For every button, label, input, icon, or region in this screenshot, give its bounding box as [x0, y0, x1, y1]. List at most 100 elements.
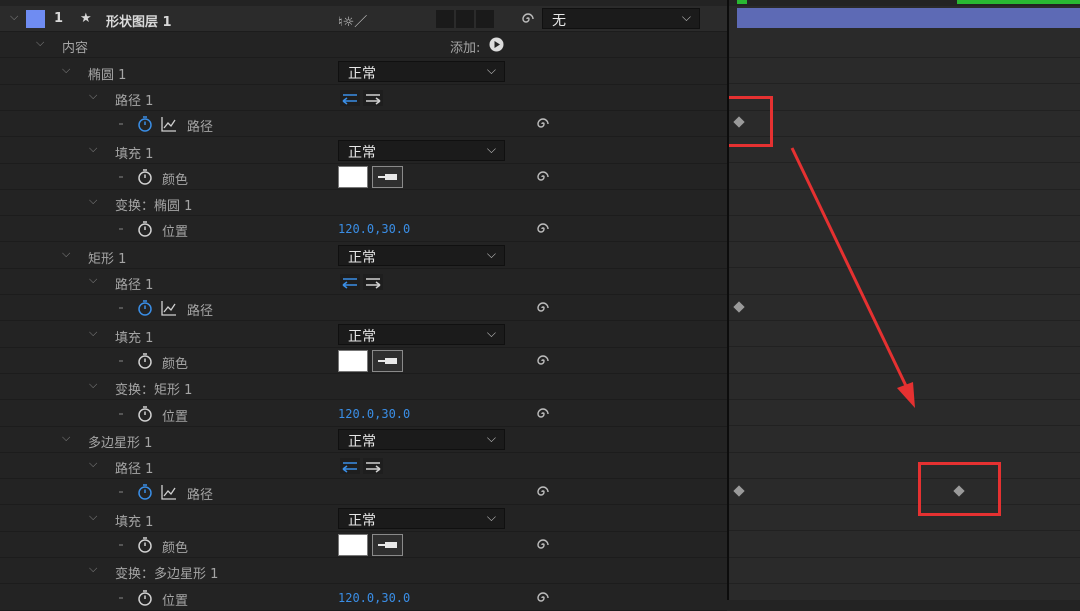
path-property-row[interactable]: 路径: [0, 479, 727, 506]
path-property-row[interactable]: 路径: [0, 111, 727, 138]
stopwatch-icon[interactable]: [137, 220, 153, 238]
timeline-panel[interactable]: [729, 0, 1080, 600]
stopwatch-icon[interactable]: [137, 299, 153, 317]
timeline-row[interactable]: [729, 374, 1080, 400]
pickwhip-icon[interactable]: [533, 536, 553, 554]
path-group-label[interactable]: 路径 1: [115, 274, 153, 293]
blend-mode-dropdown[interactable]: 正常 ⌵: [338, 244, 505, 266]
chevron-down-icon[interactable]: ⌵: [89, 143, 99, 154]
timeline-row[interactable]: [729, 242, 1080, 269]
eyedropper-button[interactable]: [372, 534, 403, 556]
add-play-icon[interactable]: [489, 37, 504, 52]
position-row[interactable]: 位置 120.0,30.0: [0, 216, 727, 243]
position-row[interactable]: 位置 120.0,30.0: [0, 401, 727, 427]
layer-duration-bar[interactable]: [737, 8, 1080, 28]
chevron-down-icon[interactable]: ⌵: [89, 195, 99, 206]
fill-label[interactable]: 填充 1: [115, 511, 153, 530]
timeline-row[interactable]: [729, 32, 1080, 58]
layer-switch-icons[interactable]: ♮☼／: [338, 11, 367, 30]
stopwatch-icon[interactable]: [137, 352, 153, 370]
group-name[interactable]: 矩形 1: [88, 248, 126, 267]
chevron-down-icon[interactable]: ⌵: [62, 432, 72, 443]
fill-blend-dropdown[interactable]: 正常 ⌵: [338, 139, 505, 161]
stopwatch-icon[interactable]: [137, 589, 153, 607]
path-group-label[interactable]: 路径 1: [115, 90, 153, 109]
group-row[interactable]: ⌵ 椭圆 1 正常 ⌵: [0, 59, 727, 85]
pickwhip-icon[interactable]: [533, 589, 553, 607]
pickwhip-icon[interactable]: [533, 168, 553, 186]
chevron-down-icon[interactable]: ⌵: [89, 458, 99, 469]
color-row[interactable]: 颜色: [0, 164, 727, 190]
chevron-down-icon[interactable]: ⌵: [89, 327, 99, 338]
work-area-marker[interactable]: [737, 0, 747, 4]
transform-row[interactable]: ⌵ 变换：矩形 1: [0, 374, 727, 401]
fill-row[interactable]: ⌵ 填充 1 正常 ⌵: [0, 506, 727, 532]
chevron-down-icon[interactable]: ⌵: [62, 64, 72, 75]
position-row[interactable]: 位置 120.0,30.0: [0, 585, 727, 611]
position-value[interactable]: 120.0,30.0: [338, 222, 410, 236]
pickwhip-icon[interactable]: [533, 405, 553, 423]
chevron-down-icon[interactable]: ⌵: [10, 11, 20, 22]
fill-row[interactable]: ⌵ 填充 1 正常 ⌵: [0, 138, 727, 164]
timeline-row[interactable]: [729, 58, 1080, 85]
eyedropper-button[interactable]: [372, 349, 403, 372]
graph-icon[interactable]: [161, 300, 177, 316]
chevron-down-icon[interactable]: ⌵: [89, 379, 99, 390]
stopwatch-icon[interactable]: [137, 536, 153, 554]
transform-row[interactable]: ⌵ 变换：多边星形 1: [0, 558, 727, 585]
timeline-row[interactable]: [729, 269, 1080, 295]
path-group-row[interactable]: ⌵ 路径 1: [0, 269, 727, 295]
eyedropper-button[interactable]: [372, 165, 403, 188]
chevron-down-icon[interactable]: ⌵: [89, 90, 99, 101]
timeline-row[interactable]: [729, 85, 1080, 111]
pickwhip-icon[interactable]: [533, 483, 553, 501]
pickwhip-icon[interactable]: [533, 299, 553, 317]
pickwhip-icon[interactable]: [533, 115, 553, 133]
color-swatch[interactable]: [338, 534, 368, 556]
timeline-row[interactable]: [729, 164, 1080, 190]
timeline-row[interactable]: [729, 558, 1080, 584]
color-swatch[interactable]: [338, 349, 368, 372]
chevron-down-icon[interactable]: ⌵: [89, 563, 99, 574]
layer-row[interactable]: ⌵ 1 ★ 形状图层 1 ♮☼／ 无 ⌵: [0, 6, 727, 32]
timeline-row[interactable]: [729, 348, 1080, 374]
fill-label[interactable]: 填充 1: [115, 143, 153, 162]
fill-blend-dropdown[interactable]: 正常 ⌵: [338, 507, 505, 529]
timeline-row[interactable]: [729, 295, 1080, 321]
timeline-row[interactable]: [729, 453, 1080, 479]
pickwhip-icon[interactable]: [533, 220, 553, 238]
stopwatch-icon[interactable]: [137, 405, 153, 423]
position-value[interactable]: 120.0,30.0: [338, 591, 410, 605]
timeline-row[interactable]: [729, 427, 1080, 453]
chevron-down-icon[interactable]: ⌵: [89, 511, 99, 522]
path-direction-icons[interactable]: [340, 273, 384, 291]
parent-dropdown[interactable]: 无 ⌵: [542, 8, 700, 29]
position-value[interactable]: 120.0,30.0: [338, 407, 410, 421]
stopwatch-icon[interactable]: [137, 483, 153, 501]
timeline-row[interactable]: [729, 137, 1080, 164]
stopwatch-icon[interactable]: [137, 168, 153, 186]
transform-label[interactable]: 变换：矩形 1: [115, 379, 192, 398]
transform-row[interactable]: ⌵ 变换：椭圆 1: [0, 190, 727, 217]
timeline-row[interactable]: [729, 479, 1080, 506]
switch-box[interactable]: [476, 10, 494, 28]
timeline-row[interactable]: [729, 190, 1080, 216]
group-row[interactable]: ⌵ 矩形 1 正常 ⌵: [0, 243, 727, 269]
stopwatch-icon[interactable]: [137, 115, 153, 133]
pickwhip-icon[interactable]: [518, 10, 538, 28]
graph-icon[interactable]: [161, 116, 177, 132]
switch-box[interactable]: [456, 10, 474, 28]
timeline-row[interactable]: [729, 584, 1080, 600]
layer-name[interactable]: 形状图层 1: [106, 11, 172, 30]
color-swatch[interactable]: [338, 165, 368, 188]
chevron-down-icon[interactable]: ⌵: [36, 37, 46, 48]
group-name[interactable]: 椭圆 1: [88, 64, 126, 83]
timeline-row[interactable]: [729, 505, 1080, 532]
work-area-marker[interactable]: [957, 0, 1080, 4]
timeline-row[interactable]: [729, 321, 1080, 348]
color-row[interactable]: 颜色: [0, 348, 727, 374]
transform-label[interactable]: 变换：多边星形 1: [115, 563, 218, 582]
timeline-row[interactable]: [729, 216, 1080, 243]
path-direction-icons[interactable]: [340, 457, 384, 475]
chevron-down-icon[interactable]: ⌵: [89, 274, 99, 285]
